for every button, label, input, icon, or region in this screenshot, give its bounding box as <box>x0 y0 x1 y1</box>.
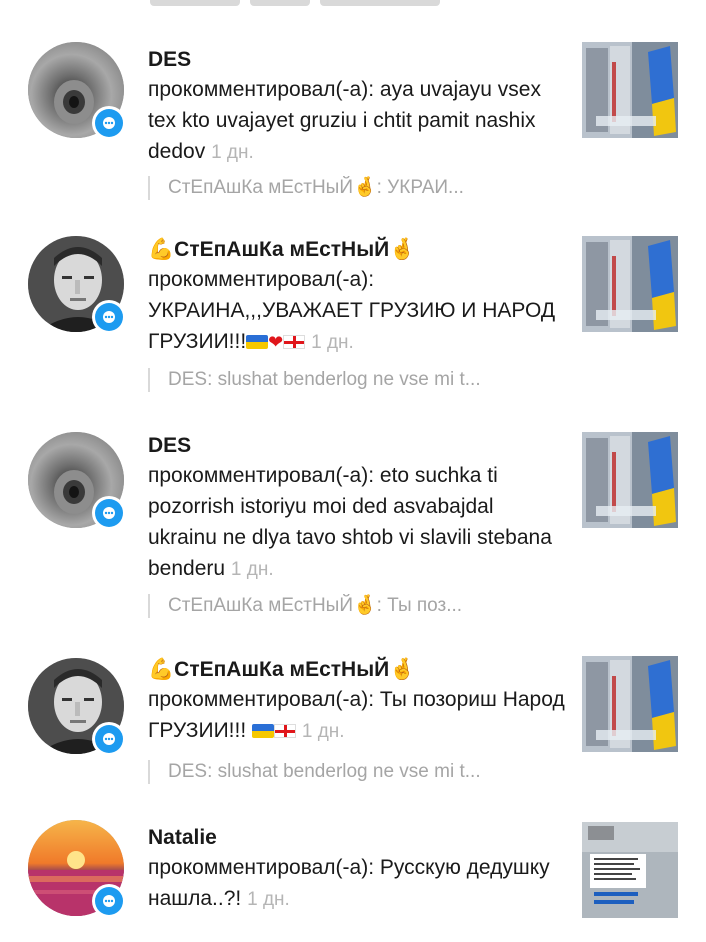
comment-text: прокомментировал(-а): eto suchka ti pozo… <box>148 460 568 585</box>
post-thumbnail[interactable] <box>582 656 678 752</box>
comment-badge-icon <box>92 300 126 334</box>
comment-emoji-flags: ❤ <box>246 330 306 353</box>
avatar[interactable] <box>28 820 126 918</box>
comment-badge-icon <box>92 722 126 756</box>
post-thumbnail[interactable] <box>582 822 678 918</box>
timestamp: 1 дн. <box>311 332 354 353</box>
post-thumbnail[interactable] <box>582 236 678 332</box>
action-label: прокомментировал(-а): <box>148 688 375 711</box>
reply-preview[interactable]: DES: slushat benderlog ne vse mi t... <box>148 368 588 392</box>
comment-badge-icon <box>92 496 126 530</box>
reply-preview[interactable]: СтЕпАшКа мЕстНыЙ🤞: Ты поз... <box>148 594 588 618</box>
avatar[interactable] <box>28 658 126 756</box>
action-label: прокомментировал(-а): <box>148 856 375 879</box>
ukraine-flag-icon <box>252 724 275 738</box>
comment-badge-icon <box>92 106 126 140</box>
notification-item[interactable]: 💪СтЕпАшКа мЕстНыЙ🤞 прокомментировал(-а):… <box>0 654 706 794</box>
username[interactable]: DES <box>148 46 568 74</box>
reply-preview[interactable]: DES: slushat benderlog ne vse mi t... <box>148 760 588 784</box>
comment-badge-icon <box>92 884 126 918</box>
avatar[interactable] <box>28 432 126 530</box>
notification-item[interactable]: 💪СтЕпАшКа мЕстНыЙ🤞 прокомментировал(-а):… <box>0 232 706 412</box>
post-thumbnail[interactable] <box>582 42 678 138</box>
username[interactable]: DES <box>148 432 568 460</box>
comment-text: прокомментировал(-а): Русскую дедушку на… <box>148 852 568 915</box>
timestamp: 1 дн. <box>247 889 290 910</box>
notification-item[interactable]: DES прокомментировал(-а): aya uvajayu vs… <box>0 40 706 210</box>
georgia-flag-icon <box>283 335 306 349</box>
post-thumbnail[interactable] <box>582 432 678 528</box>
comment-text: прокомментировал(-а): aya uvajayu vsex t… <box>148 74 568 168</box>
comment-emoji-flags <box>252 719 297 742</box>
previous-item-cutoff <box>0 0 706 14</box>
avatar[interactable] <box>28 42 126 140</box>
comment-content: УКРАИНА,,,УВАЖАЕТ ГРУЗИЮ И НАРОД ГРУЗИИ!… <box>148 299 561 353</box>
action-label: прокомментировал(-а): <box>148 78 375 101</box>
username[interactable]: 💪СтЕпАшКа мЕстНыЙ🤞 <box>148 656 568 684</box>
username[interactable]: Natalie <box>148 824 568 852</box>
reply-preview[interactable]: СтЕпАшКа мЕстНыЙ🤞: УКРАИ... <box>148 176 588 200</box>
notification-item[interactable]: DES прокомментировал(-а): eto suchka ti … <box>0 430 706 640</box>
comment-text: прокомментировал(-а): УКРАИНА,,,УВАЖАЕТ … <box>148 264 568 358</box>
ukraine-flag-icon <box>246 335 269 349</box>
timestamp: 1 дн. <box>211 142 254 163</box>
notification-item[interactable]: Natalie прокомментировал(-а): Русскую де… <box>0 820 706 942</box>
georgia-flag-icon <box>274 724 297 738</box>
action-label: прокомментировал(-а): <box>148 464 375 487</box>
timestamp: 1 дн. <box>301 721 345 742</box>
heart-icon: ❤ <box>268 332 284 352</box>
comment-text: прокомментировал(-а): Ты позориш Народ Г… <box>148 684 568 747</box>
username[interactable]: 💪СтЕпАшКа мЕстНыЙ🤞 <box>148 236 568 264</box>
action-label: прокомментировал(-а): <box>148 268 375 291</box>
timestamp: 1 дн. <box>230 559 274 580</box>
avatar[interactable] <box>28 236 126 334</box>
